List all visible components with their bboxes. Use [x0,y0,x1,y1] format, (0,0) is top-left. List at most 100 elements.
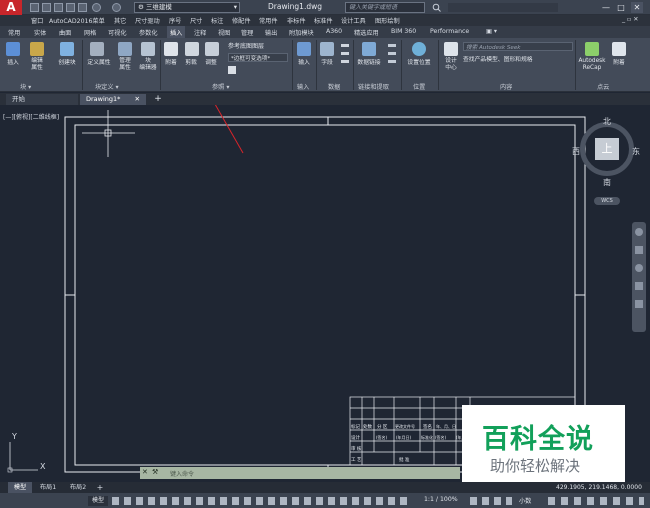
define-attribute-icon[interactable] [90,42,104,56]
adjust-icon[interactable] [205,42,219,56]
menu-item-autocad2016[interactable]: AutoCAD2016菜单 [49,16,105,25]
menu-item-drawing[interactable]: 图形绘制 [375,16,400,25]
workspace-select[interactable]: ⚙ 三维建模 ▾ [134,2,240,13]
viewcube-top-face[interactable]: 上 [595,138,619,160]
viewcube-west[interactable]: 西 [572,146,580,157]
tab-parametric[interactable]: 参数化 [139,28,158,37]
menu-item-sequence[interactable]: 序号 [169,16,181,25]
link-small-tools-icon[interactable] [388,44,396,68]
tab-addins[interactable]: 附加模块 [289,28,314,37]
layout2-tab[interactable]: 布局2 [64,482,92,493]
tab-bim360[interactable]: BIM 360 [391,28,416,35]
viewcube-north[interactable]: 北 [603,116,611,127]
units-select[interactable]: 小数 [519,496,531,505]
new-icon[interactable] [30,3,39,12]
close-command-icon[interactable]: ✕ [142,468,148,476]
tab-solid[interactable]: 实体 [34,28,46,37]
tab-home[interactable]: 常用 [8,28,20,37]
frame-options-select[interactable]: *边框可变选项* [228,53,288,62]
data-link-icon[interactable] [362,42,376,56]
data-small-tools-icon[interactable] [341,44,349,68]
open-icon[interactable] [42,3,51,12]
undo-icon[interactable] [92,3,101,12]
steering-wheel-icon[interactable] [635,228,643,236]
menu-item-annotate[interactable]: 标注 [211,16,223,25]
menu-item-nonstandard[interactable]: 非标件 [287,16,306,25]
block-editor-icon[interactable] [141,42,155,56]
pan-icon[interactable] [635,246,643,254]
status-toggle-icons[interactable] [112,497,412,505]
close-tab-icon[interactable]: ✕ [135,94,140,105]
drawing-tab[interactable]: Drawing1* ✕ [80,94,146,105]
block-def-panel-title[interactable]: 块定义 ▾ [95,82,119,91]
reference-panel-title[interactable]: 参照 ▾ [212,82,229,91]
search-icon[interactable] [432,3,441,12]
menu-item-standard[interactable]: 标准件 [314,16,333,25]
attach-icon[interactable] [164,42,178,56]
status-tools-icons[interactable] [470,497,512,505]
tab-output[interactable]: 输出 [265,28,277,37]
set-location-icon[interactable] [412,42,426,56]
block-panel-title[interactable]: 块 ▾ [20,82,31,91]
tab-manage[interactable]: 管理 [241,28,253,37]
model-space-button[interactable]: 模型 [88,496,108,506]
menu-window-controls[interactable]: _ ▫ ✕ [622,16,638,23]
annotation-scale[interactable]: 1:1 / 100% [424,496,458,503]
model-tab[interactable]: 模型 [8,482,32,493]
tab-view[interactable]: 视图 [218,28,230,37]
underlay-layers-button[interactable]: 参考底图图层 [228,41,264,50]
viewcube-east[interactable]: 东 [632,146,640,157]
snap-underlay-icon[interactable] [228,66,236,74]
new-layout-button[interactable]: + [95,482,105,493]
status-right-icons[interactable] [548,497,644,505]
import-icon[interactable] [297,42,311,56]
layout1-tab[interactable]: 布局1 [34,482,62,493]
save-icon[interactable] [54,3,63,12]
edit-attribute-icon[interactable] [30,42,44,56]
command-input[interactable]: 键入命令 [170,469,194,478]
minimize-button[interactable]: — [600,2,612,13]
create-block-icon[interactable] [60,42,74,56]
ribbon-options-icon[interactable]: ▣ ▾ [486,28,497,35]
new-tab-button[interactable]: + [152,94,164,105]
menu-item-dim-drive[interactable]: 尺寸驱动 [135,16,160,25]
design-center-icon[interactable] [444,42,458,56]
pointcloud-attach-icon[interactable] [612,42,626,56]
tab-surface[interactable]: 曲面 [59,28,71,37]
tab-a360[interactable]: A360 [326,28,342,35]
help-search-input[interactable]: 键入关键字或短语 [345,2,425,13]
tab-featured-apps[interactable]: 精选应用 [354,28,379,37]
menu-item-common-parts[interactable]: 常用件 [259,16,278,25]
orbit-icon[interactable] [635,282,643,290]
navigation-bar[interactable] [632,222,646,332]
save-as-icon[interactable] [66,3,75,12]
command-line[interactable]: ✕ ⚒ 键入命令 [140,467,460,479]
tab-insert[interactable]: 插入 [170,28,182,37]
recap-icon[interactable] [585,42,599,56]
insert-block-icon[interactable] [6,42,20,56]
menu-item-fittings[interactable]: 修配件 [232,16,251,25]
redo-icon[interactable] [112,3,121,12]
viewcube-south[interactable]: 南 [603,177,611,188]
zoom-icon[interactable] [635,264,643,272]
field-icon[interactable] [320,42,334,56]
signin-area[interactable] [448,3,558,12]
tab-performance[interactable]: Performance [430,28,469,35]
menu-item-other[interactable]: 其它 [114,16,126,25]
manage-attribute-icon[interactable] [118,42,132,56]
tab-mesh[interactable]: 网格 [84,28,96,37]
tab-visualize[interactable]: 可视化 [108,28,127,37]
close-button[interactable]: ✕ [631,2,643,13]
seek-search-input[interactable]: 搜索 Autodesk Seek [463,42,573,51]
print-icon[interactable] [78,3,87,12]
app-menu-button[interactable]: A [0,0,22,15]
menu-item-window[interactable]: 窗口 [31,16,43,25]
menu-item-design-tools[interactable]: 设计工具 [341,16,366,25]
maximize-button[interactable]: □ [615,2,627,13]
start-tab[interactable]: 开始 [6,94,78,105]
menu-item-size[interactable]: 尺寸 [190,16,202,25]
clip-icon[interactable] [185,42,199,56]
tab-annotate[interactable]: 注释 [194,28,206,37]
wcs-menu[interactable]: WCS [594,197,620,205]
wrench-icon[interactable]: ⚒ [152,468,158,476]
